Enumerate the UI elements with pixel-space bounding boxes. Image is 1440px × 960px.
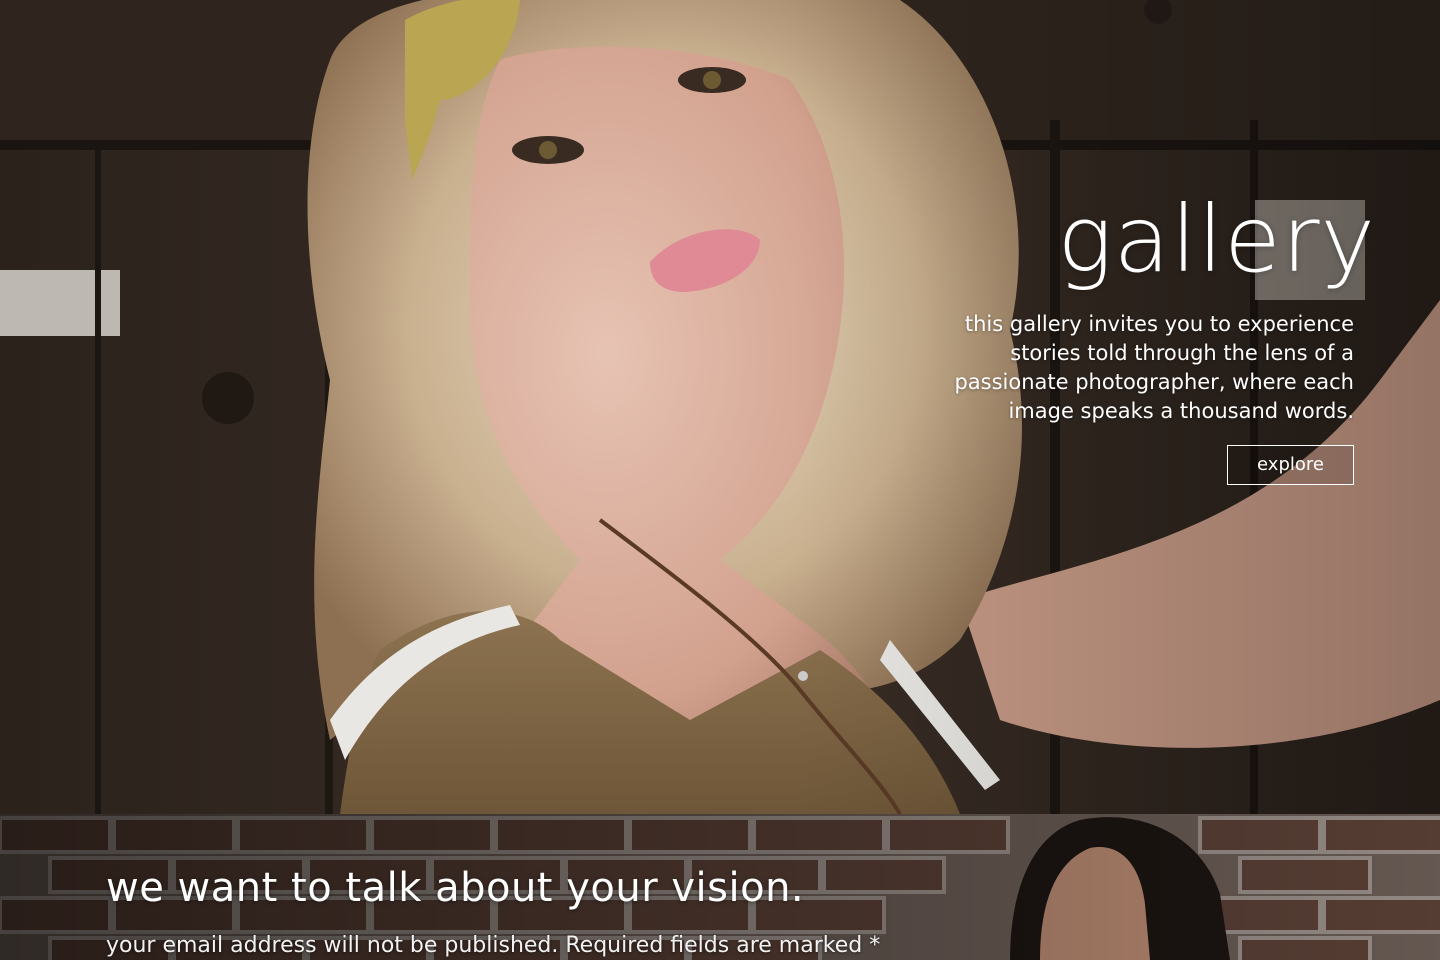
hero-title: gallery <box>1057 186 1376 293</box>
gallery-hero: gallery this gallery invites you to expe… <box>0 0 1440 814</box>
explore-button[interactable]: explore <box>1227 445 1354 485</box>
hero-content: gallery this gallery invites you to expe… <box>914 188 1375 485</box>
hero-description: this gallery invites you to experience s… <box>954 312 1354 423</box>
contact-title: we want to talk about your vision. <box>106 865 805 911</box>
required-fields-note: your email address will not be published… <box>106 933 881 958</box>
contact-section: we want to talk about your vision. your … <box>0 814 1440 960</box>
contact-content: we want to talk about your vision. your … <box>106 864 880 960</box>
